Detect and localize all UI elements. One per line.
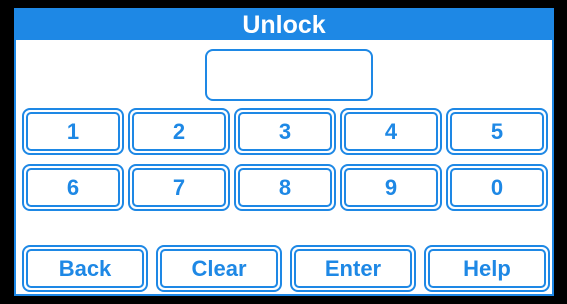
key-1-button[interactable]: 1 bbox=[22, 108, 124, 155]
back-button[interactable]: Back bbox=[22, 245, 148, 292]
key-3-button[interactable]: 3 bbox=[234, 108, 336, 155]
key-5-button[interactable]: 5 bbox=[446, 108, 548, 155]
unlock-screen: Unlock 1 2 3 4 5 6 7 8 9 0 Back Clear En… bbox=[14, 8, 554, 296]
enter-button[interactable]: Enter bbox=[290, 245, 416, 292]
key-9-button[interactable]: 9 bbox=[340, 164, 442, 211]
key-4-button[interactable]: 4 bbox=[340, 108, 442, 155]
help-button[interactable]: Help bbox=[424, 245, 550, 292]
code-display bbox=[205, 49, 373, 101]
clear-button[interactable]: Clear bbox=[156, 245, 282, 292]
key-7-button[interactable]: 7 bbox=[128, 164, 230, 211]
key-2-button[interactable]: 2 bbox=[128, 108, 230, 155]
page-title: Unlock bbox=[16, 10, 552, 40]
key-0-button[interactable]: 0 bbox=[446, 164, 548, 211]
key-6-button[interactable]: 6 bbox=[22, 164, 124, 211]
key-8-button[interactable]: 8 bbox=[234, 164, 336, 211]
